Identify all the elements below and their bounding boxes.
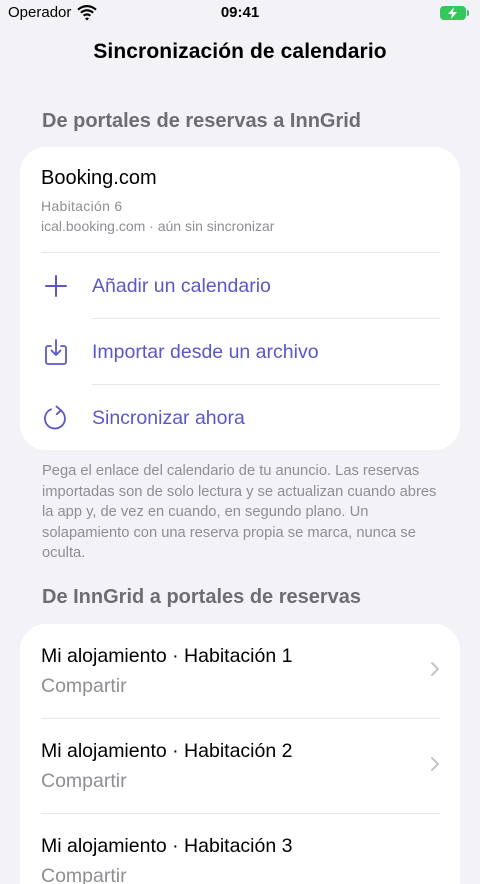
- add-calendar-button[interactable]: Añadir un calendario: [20, 253, 460, 319]
- share-room-row[interactable]: Mi alojamiento · Habitación 2 Compartir: [20, 719, 460, 814]
- refresh-icon: [44, 405, 66, 430]
- battery-icon: [440, 5, 470, 21]
- charging-bolt-icon: [448, 7, 457, 19]
- sync-now-label: Sincronizar ahora: [92, 406, 245, 429]
- status-bar: Operador 09:41: [0, 0, 480, 26]
- import-calendar-card: Booking.com Habitación 6 ical.booking.co…: [20, 147, 460, 450]
- chevron-right-icon: [431, 757, 439, 771]
- share-room-title: Mi alojamiento · Habitación 3: [41, 835, 293, 857]
- listing-sync-status: ical.booking.com · aún sin sincronizar: [41, 218, 275, 234]
- share-room-subtitle: Compartir: [41, 675, 127, 697]
- status-time: 09:41: [220, 4, 260, 21]
- listing-portal-name: Booking.com: [41, 167, 157, 189]
- linked-calendar[interactable]: Booking.com Habitación 6 ical.booking.co…: [20, 147, 460, 234]
- share-room-subtitle: Compartir: [41, 865, 127, 884]
- share-room-title: Mi alojamiento · Habitación 2: [41, 740, 293, 762]
- sync-now-button[interactable]: Sincronizar ahora: [20, 385, 460, 450]
- page-title: Sincronización de calendario: [93, 40, 387, 63]
- export-section-header: De InnGrid a portales de reservas: [42, 586, 362, 608]
- import-section-header: De portales de reservas a InnGrid: [42, 110, 362, 132]
- share-room-row[interactable]: Mi alojamiento · Habitación 1 Compartir: [20, 624, 460, 719]
- import-file-button[interactable]: Importar desde un archivo: [20, 319, 460, 385]
- share-room-row[interactable]: Mi alojamiento · Habitación 3 Compartir: [20, 814, 460, 884]
- import-file-icon: [45, 339, 67, 365]
- plus-icon: [45, 275, 67, 297]
- import-section-footer: Pega el enlace del calendario de tu anun…: [42, 463, 437, 561]
- chevron-right-icon: [431, 662, 439, 676]
- export-calendar-card: Mi alojamiento · Habitación 1 Compartir …: [20, 624, 460, 884]
- share-room-subtitle: Compartir: [41, 770, 127, 792]
- add-calendar-label: Añadir un calendario: [92, 274, 271, 297]
- listing-room: Habitación 6: [41, 198, 123, 214]
- import-file-label: Importar desde un archivo: [92, 340, 319, 363]
- share-room-title: Mi alojamiento · Habitación 1: [41, 645, 293, 667]
